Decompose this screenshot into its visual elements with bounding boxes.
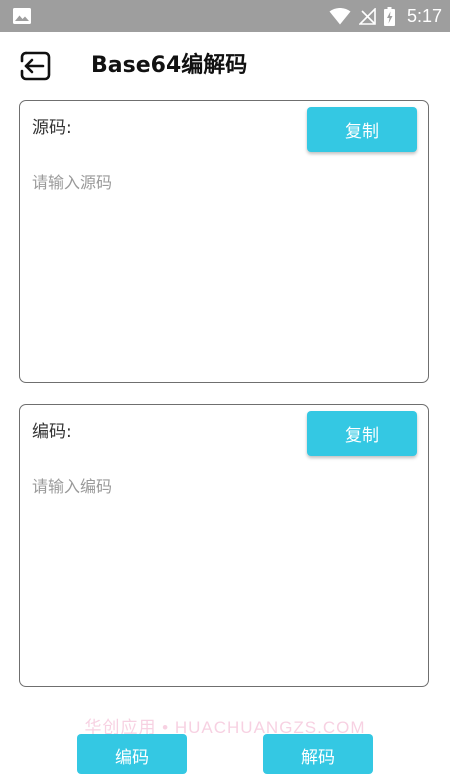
source-label: 源码: xyxy=(32,118,72,138)
copy-encoded-button[interactable]: 复制 xyxy=(307,411,417,456)
wifi-icon xyxy=(329,7,351,24)
exit-icon[interactable] xyxy=(18,50,52,82)
watermark: 华创应用 • HUACHUANGZS.COM xyxy=(84,718,366,737)
status-icons: 5:17 xyxy=(329,0,442,32)
encoded-label: 编码: xyxy=(32,422,72,442)
decode-button[interactable]: 解码 xyxy=(263,734,373,774)
status-bar: 5:17 xyxy=(0,0,450,32)
copy-source-button[interactable]: 复制 xyxy=(307,107,417,152)
encode-button[interactable]: 编码 xyxy=(77,734,187,774)
app-bar: Base64编解码 xyxy=(0,32,450,98)
page-title: Base64编解码 xyxy=(91,53,248,78)
source-input[interactable] xyxy=(32,169,417,369)
image-icon xyxy=(13,8,31,24)
encoded-panel: 编码: 复制 xyxy=(19,404,429,687)
no-signal-icon xyxy=(358,7,376,25)
source-panel: 源码: 复制 xyxy=(19,100,429,383)
battery-charging-icon xyxy=(383,6,395,26)
status-time: 5:17 xyxy=(406,5,442,26)
encoded-input[interactable] xyxy=(32,473,417,673)
